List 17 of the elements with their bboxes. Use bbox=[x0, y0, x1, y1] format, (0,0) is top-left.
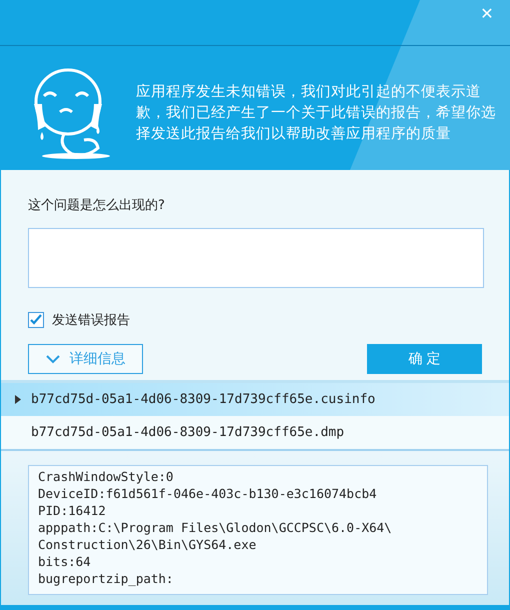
report-line: Construction\26\Bin\GYS64.exe bbox=[38, 536, 258, 553]
send-report-label: 发送错误报告 bbox=[52, 312, 130, 329]
file-item[interactable]: b77cd75d-05a1-4d06-8309-17d739cff65e.cusinfo bbox=[1, 383, 509, 416]
report-line: apppath:C:\Program Files\Glodon\GCCPSC\6.0-X64\ bbox=[38, 519, 393, 536]
report-line: PID:16412 bbox=[38, 502, 107, 519]
send-report-checkbox[interactable] bbox=[28, 312, 44, 328]
triangle-icon bbox=[15, 395, 21, 404]
chevron-down-icon bbox=[46, 354, 60, 364]
error-message: 应用程序发生未知错误，我们对此引起的不便表示道歉，我们已经产生了一个关于此错误的报告，希望你选择发送此报告给我们以帮助改善应用程序的质量 bbox=[136, 82, 497, 144]
report-line: bugreportzip_path: bbox=[38, 570, 174, 587]
report-line: CrashWindowStyle:0 bbox=[38, 468, 174, 485]
report-line: bits:64 bbox=[38, 553, 92, 570]
file-item[interactable]: b77cd75d-05a1-4d06-8309-17d739cff65e.dmp bbox=[1, 416, 509, 449]
report-line: DeviceID:f61d561f-046e-403c-b130-e3c16074bcb4 bbox=[38, 485, 378, 502]
description-field[interactable] bbox=[28, 228, 484, 288]
report-text-area[interactable]: CrashWindowStyle:0 DeviceID:f61d561f-046e-403c-b130-e3c16074bcb4 PID:16412 apppath:C:\Program Files\Glodon\GCCPSC\6.0-X64\ Construction\26\Bin\GYS64.exe bits:64 bugreportzip_path: bbox=[28, 465, 488, 595]
question-label: 这个问题是怎么出现的? bbox=[28, 197, 166, 215]
